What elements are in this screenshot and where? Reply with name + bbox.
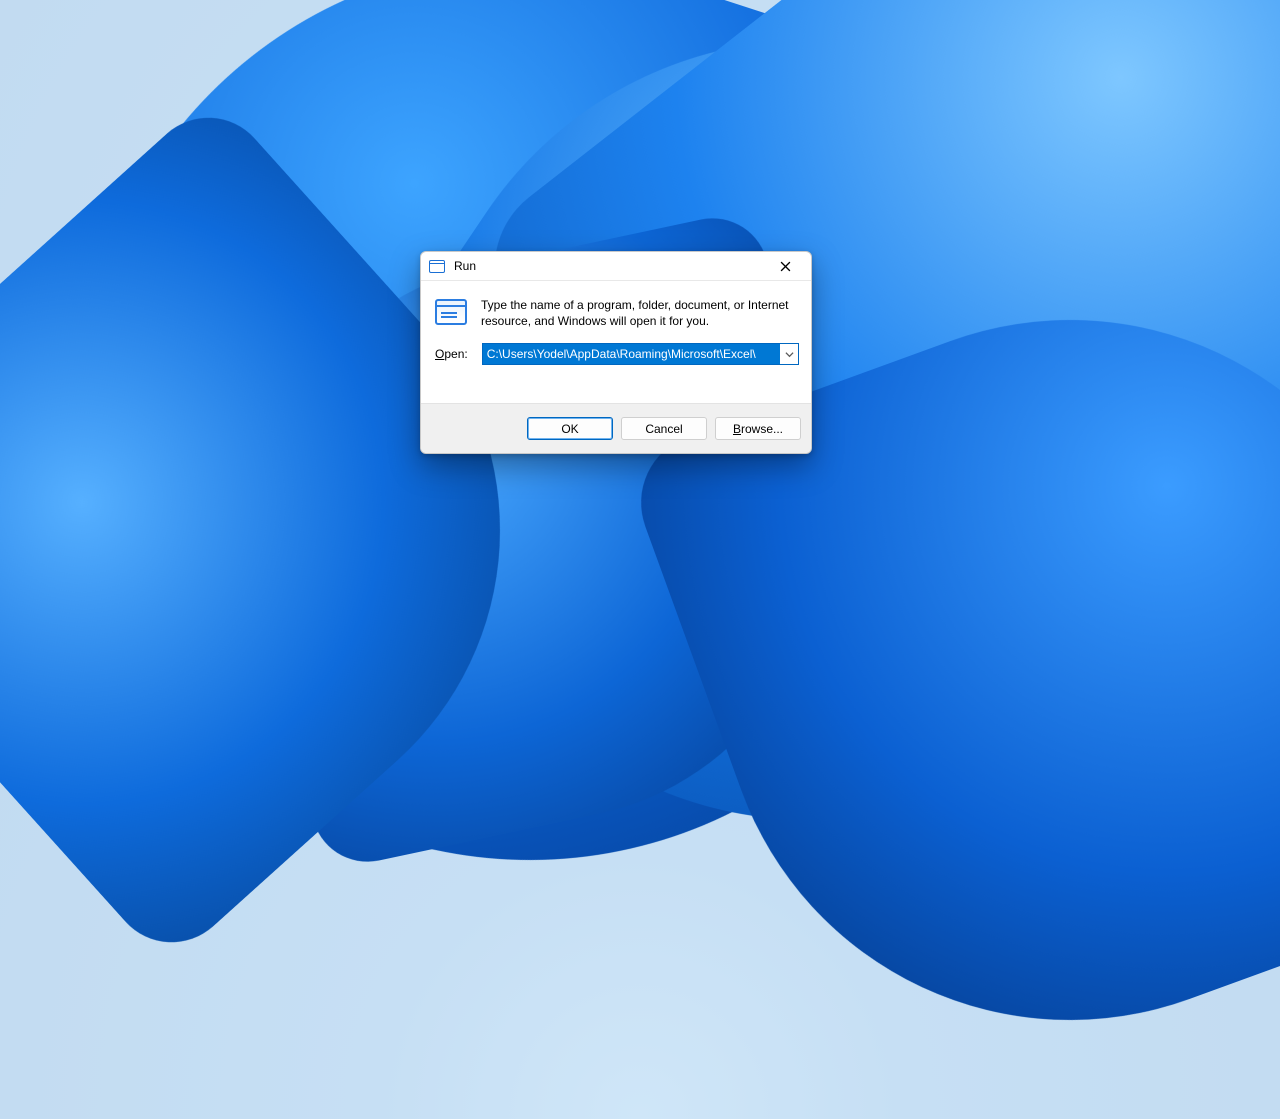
dialog-title: Run	[454, 259, 476, 273]
open-label: Open:	[435, 347, 468, 361]
cancel-button[interactable]: Cancel	[621, 417, 707, 440]
chevron-down-icon	[785, 350, 794, 359]
titlebar[interactable]: Run	[421, 252, 811, 281]
run-app-icon	[435, 299, 467, 325]
close-button[interactable]	[763, 252, 807, 280]
open-combobox[interactable]: C:\Users\Yodel\AppData\Roaming\Microsoft…	[482, 343, 799, 365]
browse-button[interactable]: Browse...	[715, 417, 801, 440]
close-icon	[780, 261, 791, 272]
ok-button[interactable]: OK	[527, 417, 613, 440]
browse-button-rest: rowse...	[741, 422, 783, 436]
dialog-description: Type the name of a program, folder, docu…	[481, 297, 799, 329]
combobox-dropdown-button[interactable]	[780, 344, 798, 364]
run-dialog: Run Type the name of a program, folder, …	[420, 251, 812, 454]
open-input[interactable]: C:\Users\Yodel\AppData\Roaming\Microsoft…	[483, 344, 780, 364]
dialog-footer: OK Cancel Browse...	[421, 403, 811, 453]
dialog-body: Type the name of a program, folder, docu…	[421, 281, 811, 403]
run-titlebar-icon	[429, 260, 445, 273]
